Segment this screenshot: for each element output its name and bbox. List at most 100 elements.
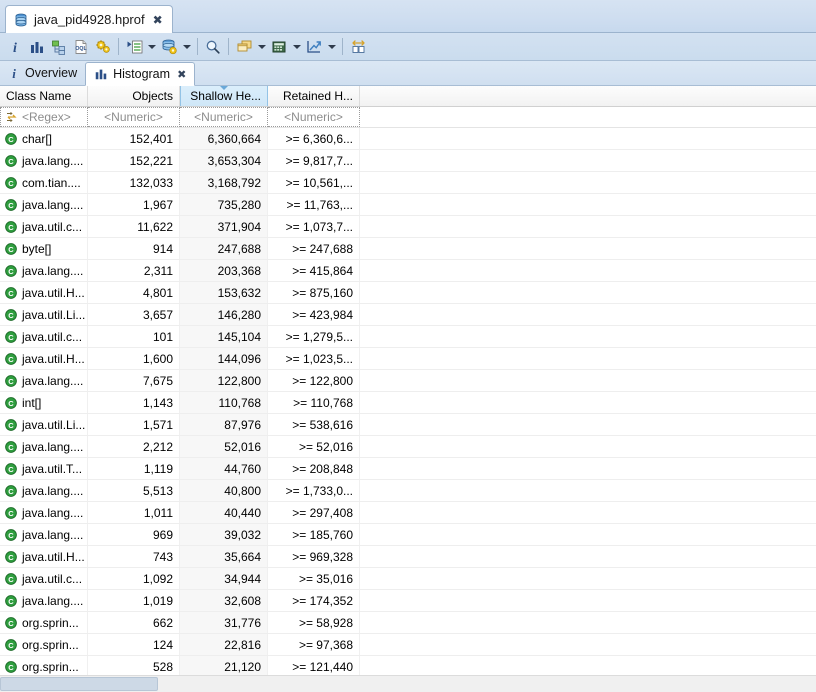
cell-retained-heap: >= 969,328: [268, 546, 360, 567]
cell-shallow-heap: 40,800: [180, 480, 268, 501]
histogram-icon: [94, 67, 108, 81]
table-row[interactable]: Ccom.tian....132,0333,168,792>= 10,561,.…: [0, 172, 816, 194]
table-row[interactable]: Cjava.lang....152,2213,653,304>= 9,817,7…: [0, 150, 816, 172]
svg-text:C: C: [8, 311, 14, 320]
table-row[interactable]: Corg.sprin...66231,776>= 58,928: [0, 612, 816, 634]
svg-text:C: C: [8, 333, 14, 342]
cell-objects: 743: [88, 546, 180, 567]
toolbar-separator-3: [228, 38, 229, 55]
cell-class-name: Cjava.lang....: [0, 590, 88, 611]
cell-class-name-label: java.lang....: [22, 506, 83, 520]
toolbar: i OQL: [0, 33, 816, 61]
class-icon: C: [5, 265, 17, 277]
compare-button[interactable]: [233, 36, 255, 58]
cell-objects: 969: [88, 524, 180, 545]
cell-objects: 4,801: [88, 282, 180, 303]
table-row[interactable]: Cchar[]152,4016,360,664>= 6,360,6...: [0, 128, 816, 150]
search-button[interactable]: [202, 36, 224, 58]
cell-shallow-heap: 6,360,664: [180, 128, 268, 149]
cell-class-name: Corg.sprin...: [0, 634, 88, 655]
table-row[interactable]: Cjava.util.Li...3,657146,280>= 423,984: [0, 304, 816, 326]
cell-class-name: Cjava.util.Li...: [0, 304, 88, 325]
horizontal-scrollbar[interactable]: [0, 675, 816, 692]
table-row[interactable]: Cjava.util.T...1,11944,760>= 208,848: [0, 458, 816, 480]
class-icon: C: [5, 199, 17, 211]
close-icon[interactable]: ✖: [153, 14, 163, 26]
export-button[interactable]: [303, 36, 325, 58]
oql-button[interactable]: OQL: [70, 36, 92, 58]
column-header-objects[interactable]: Objects: [88, 86, 180, 106]
column-header-shallow-heap-label: Shallow He...: [190, 89, 261, 103]
svg-text:C: C: [8, 575, 14, 584]
cell-class-name: Cint[]: [0, 392, 88, 413]
column-header-retained-heap[interactable]: Retained H...: [268, 86, 360, 106]
cell-objects: 5,513: [88, 480, 180, 501]
leak-report-button[interactable]: [92, 36, 114, 58]
group-by-dropdown-arrow[interactable]: [145, 36, 158, 58]
cell-shallow-heap: 735,280: [180, 194, 268, 215]
filter-retained-heap[interactable]: <Numeric>: [268, 107, 360, 127]
cell-retained-heap: >= 121,440: [268, 656, 360, 677]
class-icon: C: [5, 243, 17, 255]
cell-class-name-label: java.lang....: [22, 440, 83, 454]
svg-text:i: i: [12, 66, 16, 80]
group-by-button[interactable]: [123, 36, 145, 58]
svg-text:C: C: [8, 553, 14, 562]
cell-filler: [360, 656, 816, 677]
svg-text:C: C: [8, 465, 14, 474]
queries-button[interactable]: [158, 36, 180, 58]
editor-tab-heap-dump[interactable]: java_pid4928.hprof ✖: [5, 5, 173, 33]
filter-shallow-heap[interactable]: <Numeric>: [180, 107, 268, 127]
compare-dropdown-arrow[interactable]: [255, 36, 268, 58]
table-row[interactable]: Cjava.util.Li...1,57187,976>= 538,616: [0, 414, 816, 436]
cell-retained-heap: >= 122,800: [268, 370, 360, 391]
table-row[interactable]: Cjava.lang....1,01140,440>= 297,408: [0, 502, 816, 524]
tab-overview-label: Overview: [25, 66, 77, 80]
tab-overview[interactable]: i Overview: [0, 61, 85, 85]
table-row[interactable]: Cjava.lang....1,967735,280>= 11,763,...: [0, 194, 816, 216]
cell-class-name-label: java.lang....: [22, 374, 83, 388]
table-row[interactable]: Cjava.util.H...74335,664>= 969,328: [0, 546, 816, 568]
gears-icon: [95, 39, 112, 55]
filter-class-name[interactable]: <Regex>: [0, 107, 88, 127]
class-icon: C: [5, 573, 17, 585]
class-icon: C: [5, 397, 17, 409]
cell-filler: [360, 150, 816, 171]
cell-class-name-label: java.util.H...: [22, 286, 85, 300]
cell-objects: 101: [88, 326, 180, 347]
table-row[interactable]: Cjava.util.c...1,09234,944>= 35,016: [0, 568, 816, 590]
info-button[interactable]: i: [4, 36, 26, 58]
calculator-dropdown-arrow[interactable]: [290, 36, 303, 58]
column-header-class-name[interactable]: Class Name: [0, 86, 88, 106]
link-editor-button[interactable]: [347, 36, 369, 58]
table-row[interactable]: Cjava.lang....5,51340,800>= 1,733,0...: [0, 480, 816, 502]
column-header-shallow-heap[interactable]: Shallow He...: [180, 86, 268, 106]
table-row[interactable]: Cjava.util.c...101145,104>= 1,279,5...: [0, 326, 816, 348]
table-row[interactable]: Cjava.lang....96939,032>= 185,760: [0, 524, 816, 546]
cell-filler: [360, 612, 816, 633]
cell-class-name: Cjava.lang....: [0, 370, 88, 391]
table-row[interactable]: Cjava.util.c...11,622371,904>= 1,073,7..…: [0, 216, 816, 238]
cell-class-name: Cjava.lang....: [0, 524, 88, 545]
tab-histogram[interactable]: Histogram ✖: [85, 62, 195, 86]
editor-tab-bar: java_pid4928.hprof ✖: [0, 0, 816, 33]
close-icon[interactable]: ✖: [177, 68, 186, 81]
filter-objects[interactable]: <Numeric>: [88, 107, 180, 127]
export-dropdown-arrow[interactable]: [325, 36, 338, 58]
queries-dropdown-arrow[interactable]: [180, 36, 193, 58]
histogram-button[interactable]: [26, 36, 48, 58]
table-row[interactable]: Cjava.lang....2,21252,016>= 52,016: [0, 436, 816, 458]
cell-class-name: Cbyte[]: [0, 238, 88, 259]
svg-text:C: C: [8, 531, 14, 540]
table-row[interactable]: Cjava.lang....1,01932,608>= 174,352: [0, 590, 816, 612]
table-row[interactable]: Cjava.lang....7,675122,800>= 122,800: [0, 370, 816, 392]
table-row[interactable]: Cint[]1,143110,768>= 110,768: [0, 392, 816, 414]
table-row[interactable]: Cjava.lang....2,311203,368>= 415,864: [0, 260, 816, 282]
table-row[interactable]: Cjava.util.H...1,600144,096>= 1,023,5...: [0, 348, 816, 370]
dominator-tree-button[interactable]: [48, 36, 70, 58]
calculator-icon: [271, 39, 287, 55]
table-row[interactable]: Cjava.util.H...4,801153,632>= 875,160: [0, 282, 816, 304]
table-row[interactable]: Corg.sprin...12422,816>= 97,368: [0, 634, 816, 656]
table-row[interactable]: Cbyte[]914247,688>= 247,688: [0, 238, 816, 260]
calculator-button[interactable]: [268, 36, 290, 58]
